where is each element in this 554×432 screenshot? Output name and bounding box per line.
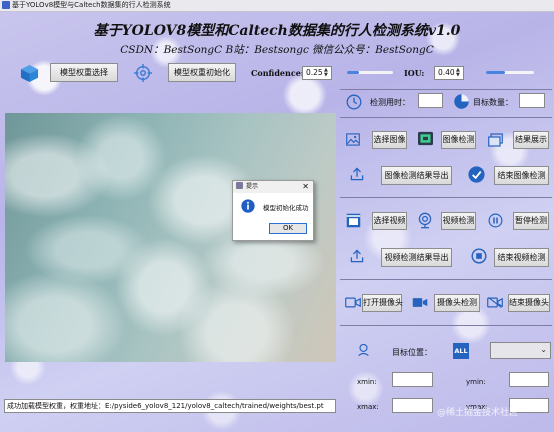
spin-arrows-icon[interactable]: ▲ ▼	[456, 68, 462, 78]
pause-detect-button[interactable]: 暂停检测	[513, 212, 549, 230]
spin-arrows-icon[interactable]: ▲ ▼	[324, 68, 330, 78]
elapsed-label: 检测用时：	[370, 98, 410, 107]
check-circle-icon	[468, 166, 485, 183]
cube-icon	[20, 64, 39, 83]
info-icon	[241, 199, 255, 213]
select-video-button[interactable]: 选择视频	[372, 212, 407, 230]
window-title: 基于YOLOv8模型与Caltech数据集的行人检测系统	[12, 1, 171, 9]
image-icon	[346, 133, 360, 146]
page-subtitle: CSDN：BestSongC B站：Bestsongc 微信公众号：BestSo…	[120, 44, 434, 56]
camera-outline-icon	[345, 297, 361, 308]
show-result-button[interactable]: 结果展示	[513, 131, 549, 149]
camera-off-icon	[487, 296, 503, 309]
ymin-label: ymin:	[466, 378, 486, 386]
divider-camera	[340, 279, 552, 280]
detect-image-button[interactable]: 图像检测	[441, 131, 476, 149]
elapsed-field	[418, 93, 443, 108]
divider-top	[340, 89, 552, 90]
target-position-label: 目标位置：	[392, 348, 432, 357]
dialog-ok-button[interactable]: OK	[269, 223, 307, 234]
close-icon[interactable]: ✕	[302, 181, 309, 193]
select-image-button[interactable]: 选择图像	[372, 131, 407, 149]
ymin-field	[509, 372, 549, 387]
confidence-label: Confidence:	[251, 68, 304, 78]
target-select[interactable]: ⌄	[490, 342, 551, 359]
iou-label: IOU:	[404, 68, 425, 78]
watermark: @稀土掘金技术社区	[437, 408, 519, 418]
video-file-icon	[346, 213, 361, 228]
iou-spinbox[interactable]: 0.40 ▲ ▼	[434, 66, 464, 80]
iou-value: 0.40	[438, 68, 455, 77]
model-init-button[interactable]: 模型权重初始化	[168, 63, 236, 82]
open-camera-button[interactable]: 打开摄像头	[362, 294, 403, 312]
chevron-down-icon: ⌄	[540, 345, 547, 354]
location-pin-icon	[358, 343, 369, 357]
divider-image	[340, 117, 552, 118]
stop-icon	[471, 248, 487, 264]
detect-camera-button[interactable]: 摄像头检测	[434, 294, 480, 312]
pause-icon	[488, 213, 503, 228]
window-titlebar: 基于YOLOv8模型与Caltech数据集的行人检测系统	[0, 0, 554, 12]
export-video-result-button[interactable]: 视频检测结果导出	[381, 248, 452, 267]
xmin-field	[392, 372, 433, 387]
detect-video-button[interactable]: 视频检测	[441, 212, 476, 230]
all-badge-icon: ALL	[453, 343, 469, 359]
clock-icon	[346, 94, 362, 110]
confidence-slider-fill	[347, 71, 359, 74]
iou-slider[interactable]	[486, 71, 534, 74]
app-icon	[2, 1, 10, 9]
dialog-titlebar: 提示 ✕	[233, 181, 313, 193]
target-count-field	[519, 93, 545, 108]
dialog-title: 提示	[246, 183, 259, 190]
export-image-result-button[interactable]: 图像检测结果导出	[381, 166, 452, 185]
upload-icon	[350, 249, 364, 263]
confidence-spinbox[interactable]: 0.25 ▲ ▼	[302, 66, 332, 80]
image-detect-icon	[418, 131, 433, 146]
upload-icon	[350, 167, 364, 181]
divider-video	[340, 197, 552, 198]
dialog-message: 模型初始化成功	[263, 204, 309, 212]
crosshair-icon	[134, 64, 152, 82]
confidence-value: 0.25	[306, 68, 323, 77]
divider-target	[340, 325, 552, 326]
dialog-app-icon	[236, 182, 243, 189]
message-dialog: 提示 ✕ 模型初始化成功 OK	[232, 180, 314, 241]
iou-slider-fill	[486, 71, 506, 74]
video-camera-icon	[412, 298, 428, 307]
app-window: 基于YOLOv8模型与Caltech数据集的行人检测系统 基于YOLOV8模型和…	[0, 0, 554, 432]
page-title: 基于YOLOV8模型和Caltech数据集的行人检测系统v1.0	[93, 23, 461, 39]
xmax-field	[392, 398, 433, 413]
xmax-label: xmax:	[357, 403, 379, 411]
webcam-icon	[418, 212, 432, 229]
model-select-button[interactable]: 模型权重选择	[50, 63, 118, 82]
xmin-label: xmin:	[357, 378, 377, 386]
target-count-label: 目标数量：	[473, 98, 513, 107]
finish-image-detect-button[interactable]: 结束图像检测	[494, 166, 549, 185]
confidence-slider[interactable]	[347, 71, 393, 74]
status-bar: 成功加载模型权重，权重地址：E:/pyside6_yolov8_121/yolo…	[4, 399, 336, 413]
finish-camera-button[interactable]: 结束摄像头	[508, 294, 550, 312]
pie-chart-icon	[454, 94, 469, 109]
image-gallery-icon	[488, 133, 503, 147]
finish-video-detect-button[interactable]: 结束视频检测	[494, 248, 549, 267]
